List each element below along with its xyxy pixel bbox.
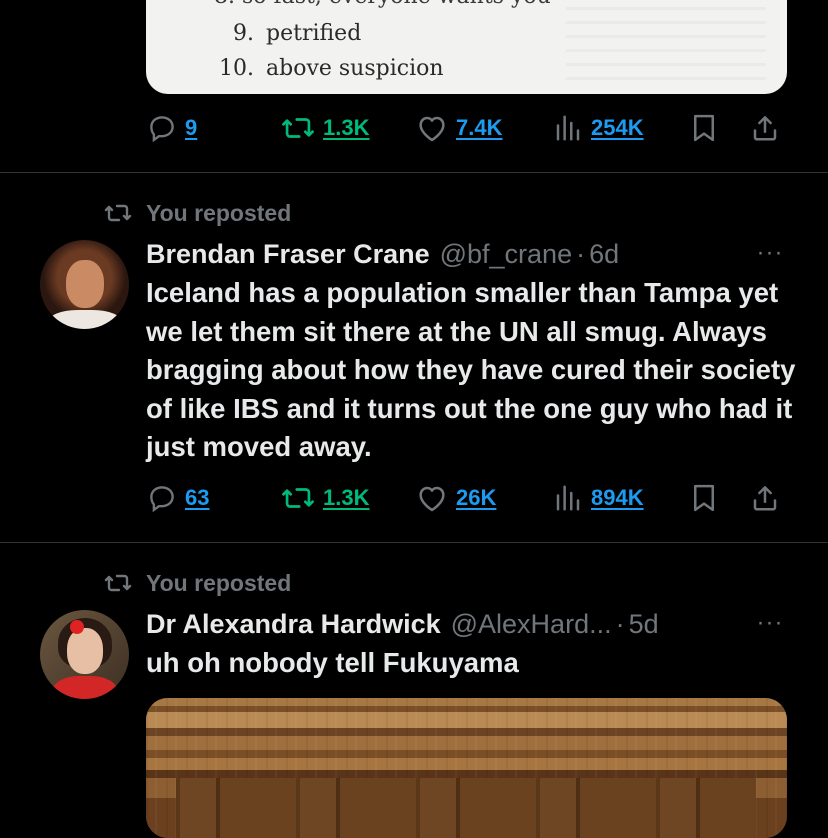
separator-dot: · <box>615 608 625 639</box>
like-icon <box>419 486 445 512</box>
repost-label: You reposted <box>146 199 292 226</box>
like-icon <box>419 116 445 142</box>
avatar-shirt <box>48 310 122 329</box>
timestamp[interactable]: 6d <box>589 239 619 270</box>
tweet-divider <box>0 172 828 173</box>
book-item-number: 9. <box>233 21 254 46</box>
reply-icon <box>150 116 174 143</box>
user-handle[interactable]: @AlexHard... <box>451 609 612 640</box>
reply-count: 9 <box>185 115 198 140</box>
avatar-dress <box>52 676 118 699</box>
tweet-header: Dr Alexandra Hardwick @AlexHard... · 5d <box>146 607 659 641</box>
reply-count: 63 <box>185 485 210 510</box>
repost-label: You reposted <box>146 569 292 596</box>
share-button[interactable] <box>750 108 780 148</box>
more-icon[interactable]: ··· <box>752 241 788 265</box>
repost-icon <box>282 488 314 508</box>
tweet-action-bar: 63 1.3K 26K 894K <box>0 478 828 518</box>
views-icon <box>556 115 580 141</box>
display-name[interactable]: Brendan Fraser Crane <box>146 239 430 270</box>
repost-indicator[interactable]: You reposted <box>104 198 291 228</box>
display-name[interactable]: Dr Alexandra Hardwick <box>146 609 441 640</box>
like-count: 26K <box>456 485 497 510</box>
reply-button[interactable]: 9 <box>147 108 197 148</box>
views-button[interactable]: 254K <box>553 108 644 148</box>
repost-count: 1.3K <box>323 115 370 140</box>
avatar[interactable] <box>40 240 129 329</box>
views-button[interactable]: 894K <box>553 478 644 518</box>
reply-icon <box>150 486 174 513</box>
bookmark-icon <box>694 484 714 512</box>
avatar-face <box>67 628 103 674</box>
reply-button[interactable]: 63 <box>147 478 209 518</box>
avatar-flower <box>70 620 84 634</box>
timestamp[interactable]: 5d <box>629 609 659 640</box>
share-icon <box>753 486 777 511</box>
repost-indicator[interactable]: You reposted <box>104 568 291 598</box>
tweet-text: Iceland has a population smaller than Ta… <box>146 277 796 462</box>
repost-icon <box>282 118 314 138</box>
repost-button[interactable]: 1.3K <box>281 108 369 148</box>
book-page-texture <box>566 0 766 80</box>
repost-icon <box>104 204 132 222</box>
user-handle[interactable]: @bf_crane <box>440 239 572 270</box>
more-icon[interactable]: ··· <box>752 611 788 635</box>
repost-count: 1.3K <box>323 485 370 510</box>
book-item-text: petrified <box>266 21 362 46</box>
like-count: 7.4K <box>456 115 503 140</box>
views-count: 894K <box>591 485 644 510</box>
book-item: 10. above suspicion <box>214 56 444 81</box>
bookmark-icon <box>694 114 714 142</box>
tweet-divider <box>0 542 828 543</box>
like-button[interactable]: 7.4K <box>416 108 502 148</box>
bookmark-button[interactable] <box>690 108 718 148</box>
tweet-image-wood[interactable] <box>146 698 787 838</box>
tweet-header: Brendan Fraser Crane @bf_crane · 6d <box>146 237 619 271</box>
share-icon <box>753 116 777 141</box>
book-item-text: above suspicion <box>266 56 444 81</box>
separator-dot: · <box>576 238 586 269</box>
bookmark-button[interactable] <box>690 478 718 518</box>
repost-icon <box>104 574 132 592</box>
wood-panel <box>176 778 756 838</box>
share-button[interactable] <box>750 478 780 518</box>
views-icon <box>556 485 580 511</box>
like-button[interactable]: 26K <box>416 478 496 518</box>
avatar-face <box>66 260 104 308</box>
tweet-action-bar: 9 1.3K 7.4K 254K <box>0 108 828 148</box>
book-item: 9. petrified <box>214 21 361 46</box>
avatar[interactable] <box>40 610 129 699</box>
repost-button[interactable]: 1.3K <box>281 478 369 518</box>
tweet-image-book-list[interactable]: 8. so fast, everyone wants you 9. petrifi… <box>146 0 787 94</box>
book-cut-line: 8. so fast, everyone wants you <box>214 0 551 9</box>
book-item-number: 10. <box>219 56 254 81</box>
views-count: 254K <box>591 115 644 140</box>
tweet-text: uh oh nobody tell Fukuyama <box>146 647 519 678</box>
